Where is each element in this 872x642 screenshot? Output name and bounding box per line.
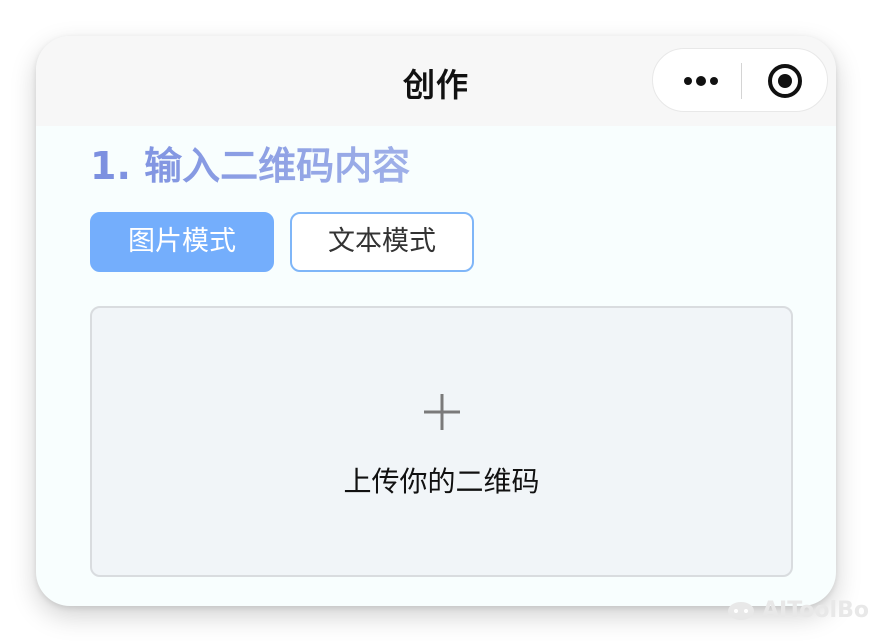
- text-mode-button[interactable]: 文本模式: [290, 212, 474, 272]
- plus-icon: [424, 394, 460, 430]
- capsule-divider: [741, 63, 742, 99]
- mini-program-capsule: [652, 48, 828, 112]
- watermark-text: AIToolBo: [762, 598, 869, 623]
- mini-program-window: 创作 1. 输入二维码内容 图片模式 文本模式 上传你的二维码: [36, 36, 836, 606]
- more-dots-icon[interactable]: [679, 67, 723, 95]
- image-mode-button[interactable]: 图片模式: [90, 212, 274, 272]
- upload-label: 上传你的二维码: [343, 465, 540, 498]
- upload-qr-dropzone[interactable]: 上传你的二维码: [90, 306, 793, 577]
- bubble-logo-icon: [728, 601, 754, 620]
- watermark: AIToolBo: [726, 598, 869, 623]
- section-heading: 1. 输入二维码内容: [90, 144, 411, 188]
- record-target-icon[interactable]: [767, 63, 803, 99]
- navigation-bar: 创作: [36, 36, 836, 126]
- screen-stage: 创作 1. 输入二维码内容 图片模式 文本模式 上传你的二维码 AIToolBo: [0, 0, 872, 642]
